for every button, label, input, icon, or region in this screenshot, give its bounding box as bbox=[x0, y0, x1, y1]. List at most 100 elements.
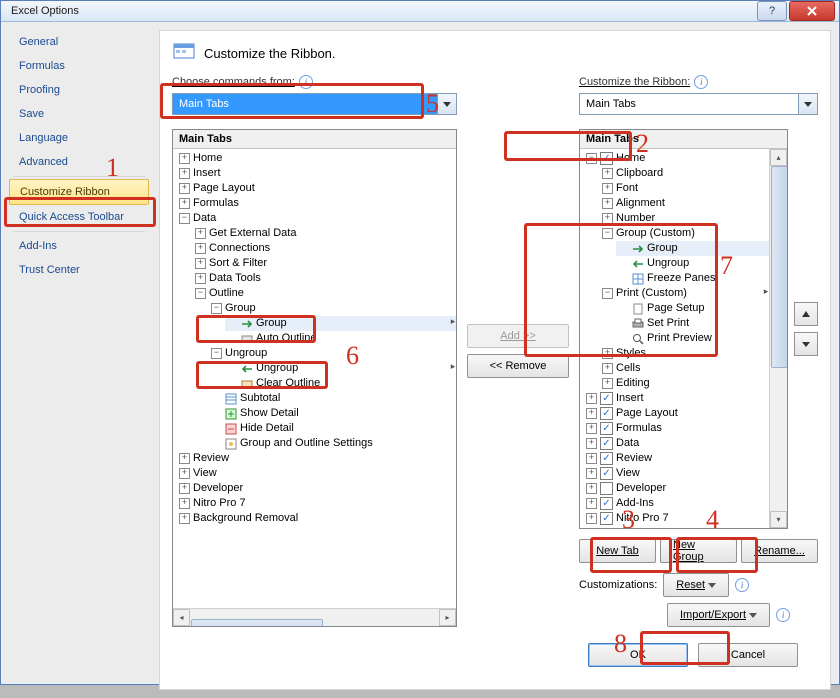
tree-item[interactable]: +Review bbox=[584, 451, 769, 466]
sidebar-item-advanced[interactable]: Advanced bbox=[9, 150, 149, 174]
tree-item[interactable]: −Home bbox=[584, 151, 769, 166]
checkbox[interactable] bbox=[600, 482, 613, 495]
reset-button[interactable]: Reset bbox=[663, 573, 729, 597]
tree-item[interactable]: −Group bbox=[209, 301, 456, 316]
sidebar-item-language[interactable]: Language bbox=[9, 126, 149, 150]
tree-item[interactable]: +View bbox=[584, 466, 769, 481]
tree-item[interactable]: +Insert bbox=[584, 391, 769, 406]
remove-button[interactable]: << Remove bbox=[467, 354, 569, 378]
tree-item[interactable]: +Clipboard bbox=[600, 166, 769, 181]
customize-ribbon-dropdown[interactable]: Main Tabs bbox=[579, 93, 818, 115]
chevron-down-icon[interactable] bbox=[437, 94, 456, 114]
tree-item[interactable]: +Sort & Filter bbox=[193, 256, 456, 271]
expand-icon[interactable]: + bbox=[179, 198, 190, 209]
sidebar-item-save[interactable]: Save bbox=[9, 102, 149, 126]
checkbox[interactable] bbox=[600, 467, 613, 480]
checkbox[interactable] bbox=[600, 392, 613, 405]
checkbox[interactable] bbox=[600, 497, 613, 510]
expand-icon[interactable]: + bbox=[586, 438, 597, 449]
tree-item[interactable]: Auto Outline bbox=[225, 331, 456, 346]
add-button[interactable]: Add >> bbox=[467, 324, 569, 348]
checkbox[interactable] bbox=[600, 437, 613, 450]
expand-icon[interactable]: + bbox=[586, 393, 597, 404]
sidebar-item-proofing[interactable]: Proofing bbox=[9, 78, 149, 102]
tree-item[interactable]: −Data bbox=[177, 211, 456, 226]
expand-icon[interactable]: + bbox=[602, 348, 613, 359]
expand-icon[interactable]: + bbox=[179, 468, 190, 479]
tree-item[interactable]: +Styles bbox=[600, 346, 769, 361]
tree-item[interactable]: +Data Tools bbox=[193, 271, 456, 286]
checkbox[interactable] bbox=[600, 152, 613, 165]
tree-item[interactable]: +Alignment bbox=[600, 196, 769, 211]
info-icon[interactable]: i bbox=[299, 75, 313, 89]
ribbon-tree[interactable]: Main Tabs −Home+Clipboard+Font+Alignment… bbox=[579, 129, 788, 529]
expand-icon[interactable]: + bbox=[602, 183, 613, 194]
collapse-icon[interactable]: − bbox=[602, 228, 613, 239]
tree-item[interactable]: Freeze Panes bbox=[616, 271, 769, 286]
expand-icon[interactable]: + bbox=[179, 453, 190, 464]
collapse-icon[interactable]: − bbox=[211, 303, 222, 314]
tree-item[interactable]: −Outline bbox=[193, 286, 456, 301]
tree-item[interactable]: +Background Removal bbox=[177, 511, 456, 526]
expand-icon[interactable]: + bbox=[179, 183, 190, 194]
expand-icon[interactable]: + bbox=[602, 198, 613, 209]
expand-icon[interactable]: + bbox=[179, 513, 190, 524]
tree-item[interactable]: +Nitro Pro 7 bbox=[177, 496, 456, 511]
checkbox[interactable] bbox=[600, 512, 613, 525]
tree-item[interactable]: Show Detail bbox=[209, 406, 456, 421]
chevron-down-icon[interactable] bbox=[798, 94, 817, 114]
tree-item[interactable]: Ungroup bbox=[616, 256, 769, 271]
collapse-icon[interactable]: − bbox=[586, 153, 597, 164]
tree-item[interactable]: −Ungroup bbox=[209, 346, 456, 361]
ok-button[interactable]: OK bbox=[588, 643, 688, 667]
tree-item[interactable]: +Page Layout bbox=[177, 181, 456, 196]
tree-item[interactable]: +Review bbox=[177, 451, 456, 466]
expand-icon[interactable]: + bbox=[586, 498, 597, 509]
tree-item[interactable]: +Connections bbox=[193, 241, 456, 256]
expand-icon[interactable]: + bbox=[602, 213, 613, 224]
tree-item[interactable]: Print Preview bbox=[616, 331, 769, 346]
close-button[interactable] bbox=[789, 1, 835, 21]
hscrollbar[interactable]: ◂▸ bbox=[173, 608, 456, 626]
tree-item[interactable]: +Insert bbox=[177, 166, 456, 181]
tree-item[interactable]: −Group (Custom) bbox=[600, 226, 769, 241]
expand-icon[interactable]: + bbox=[195, 228, 206, 239]
tree-item[interactable]: Subtotal bbox=[209, 391, 456, 406]
expand-icon[interactable]: + bbox=[195, 243, 206, 254]
tree-item[interactable]: +Nitro Pro 7 bbox=[584, 511, 769, 526]
expand-icon[interactable]: + bbox=[195, 273, 206, 284]
expand-icon[interactable]: + bbox=[179, 483, 190, 494]
expand-icon[interactable]: + bbox=[586, 483, 597, 494]
expand-icon[interactable]: + bbox=[179, 168, 190, 179]
rename-button[interactable]: Rename... bbox=[741, 539, 818, 563]
info-icon[interactable]: i bbox=[776, 608, 790, 622]
tree-item[interactable]: +Add-Ins bbox=[584, 496, 769, 511]
cancel-button[interactable]: Cancel bbox=[698, 643, 798, 667]
info-icon[interactable]: i bbox=[735, 578, 749, 592]
tree-item[interactable]: +View bbox=[177, 466, 456, 481]
expand-icon[interactable]: + bbox=[179, 498, 190, 509]
import-export-button[interactable]: Import/Export bbox=[667, 603, 770, 627]
move-down-button[interactable] bbox=[794, 332, 818, 356]
sidebar-item-trust-center[interactable]: Trust Center bbox=[9, 258, 149, 282]
tree-item[interactable]: +Font bbox=[600, 181, 769, 196]
commands-tree[interactable]: Main Tabs +Home+Insert+Page Layout+Formu… bbox=[172, 129, 457, 627]
expand-icon[interactable]: + bbox=[586, 468, 597, 479]
tree-item[interactable]: Hide Detail bbox=[209, 421, 456, 436]
tree-item[interactable]: +Developer bbox=[177, 481, 456, 496]
choose-commands-dropdown[interactable]: Main Tabs bbox=[172, 93, 457, 115]
tree-item[interactable]: +Data bbox=[584, 436, 769, 451]
collapse-icon[interactable]: − bbox=[179, 213, 190, 224]
sidebar-item-formulas[interactable]: Formulas bbox=[9, 54, 149, 78]
expand-icon[interactable]: + bbox=[602, 378, 613, 389]
tree-item[interactable]: Group and Outline Settings bbox=[209, 436, 456, 451]
collapse-icon[interactable]: − bbox=[195, 288, 206, 299]
tree-item[interactable]: +Page Layout bbox=[584, 406, 769, 421]
tree-item[interactable]: Group bbox=[616, 241, 769, 256]
sidebar-item-quick-access-toolbar[interactable]: Quick Access Toolbar bbox=[9, 205, 149, 229]
expand-icon[interactable]: + bbox=[586, 408, 597, 419]
vscrollbar[interactable]: ▴ ▾ bbox=[769, 149, 787, 528]
tree-item[interactable]: +Developer bbox=[584, 481, 769, 496]
expand-icon[interactable]: + bbox=[179, 153, 190, 164]
info-icon[interactable]: i bbox=[694, 75, 708, 89]
